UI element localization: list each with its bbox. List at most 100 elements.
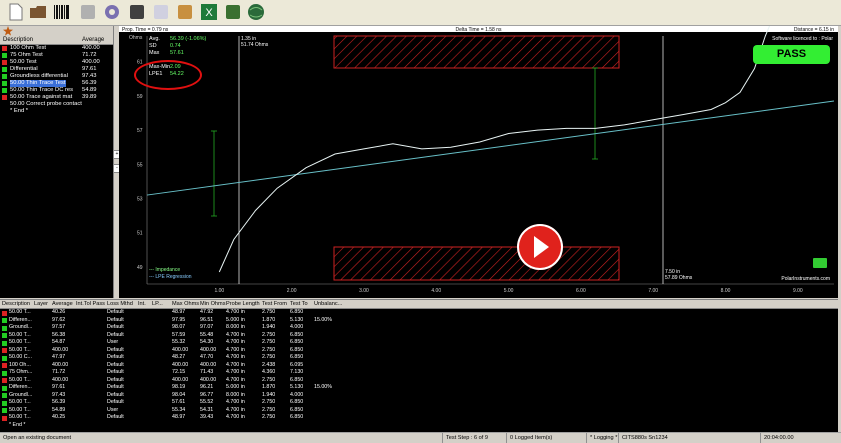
open-folder-icon[interactable] bbox=[28, 2, 48, 22]
pass-check-icon bbox=[2, 88, 7, 93]
table-row[interactable]: 50.00 T... 56.39 Default 57.61 55.52 4.700 in… bbox=[0, 399, 838, 407]
column-header[interactable]: Layer bbox=[34, 300, 48, 308]
table-cell: Default bbox=[107, 391, 124, 398]
table-row[interactable]: Groundl... 97.57 Default 98.07 97.07 8.000 in… bbox=[0, 324, 838, 332]
table-cell: 6.850 bbox=[290, 346, 304, 353]
x-tick-label: 1.00 bbox=[214, 288, 224, 294]
table-cell: 5.130 bbox=[290, 384, 304, 390]
table-row[interactable]: 50.00 T... 54.89 User 55.34 54.31 4.700 in 2.7… bbox=[0, 407, 838, 415]
test-list-item[interactable]: 50.00 Trace against mat 39.89 bbox=[0, 94, 113, 101]
column-header[interactable]: LP... bbox=[152, 300, 163, 308]
table-cell: 96.51 bbox=[200, 316, 214, 323]
table-cell: 6.850 bbox=[290, 331, 304, 338]
table-row[interactable]: 50.00 T... 400.00 Default 400.00 400.00 4.700… bbox=[0, 347, 838, 355]
table-cell: 75 Ohm... bbox=[9, 369, 33, 375]
save-disk-icon[interactable] bbox=[78, 2, 98, 22]
table-row[interactable]: 50.00 T... 40.25 Default 48.97 39.43 4.700 in… bbox=[0, 414, 838, 422]
test-list-item[interactable]: 50.00 Thin Trace DC res 54.89 bbox=[0, 87, 113, 94]
table-cell: User bbox=[107, 339, 119, 345]
table-cell: 4.700 in bbox=[226, 346, 245, 353]
column-header[interactable]: Description bbox=[2, 300, 30, 308]
highlight-ellipse bbox=[134, 60, 202, 90]
fail-cross-icon bbox=[2, 310, 7, 316]
table-cell: 55.48 bbox=[200, 331, 214, 338]
table-row[interactable]: 50.00 T... 40.26 Default 48.97 47.92 4.700 in… bbox=[0, 309, 838, 317]
impedance-graph[interactable]: 61 59 57 55 53 51 49 1.00 2.00 3.00 4.00 5.00 6.00 7.… bbox=[119, 26, 838, 298]
table-cell: 50.00 T... bbox=[9, 406, 31, 413]
fail-cross-icon bbox=[2, 95, 7, 100]
table-cell: 4.700 in bbox=[226, 414, 245, 420]
table-cell: 4.700 in bbox=[226, 354, 245, 360]
play-video-icon[interactable] bbox=[517, 224, 563, 270]
barcode-icon[interactable] bbox=[52, 2, 72, 22]
brand-text: PolarInstruments.com bbox=[781, 276, 830, 282]
printer-icon[interactable] bbox=[127, 2, 147, 22]
x-tick-label: 5.00 bbox=[504, 288, 514, 294]
x-tick-label: 2.00 bbox=[287, 288, 297, 294]
test-list-item[interactable]: 75 Ohm Test 71.72 bbox=[0, 52, 113, 59]
test-list[interactable]: Description Average 100 Ohm Test 400.00 75… bbox=[0, 36, 113, 298]
table-row[interactable]: 50.00 C... 47.97 Default 48.27 47.70 4.700 in… bbox=[0, 354, 838, 362]
table-cell: 2.750 bbox=[262, 309, 276, 315]
column-header[interactable]: Probe Length bbox=[226, 300, 260, 308]
column-header[interactable]: Test To bbox=[290, 300, 308, 308]
column-header[interactable]: Int.Tol Pass bbox=[76, 300, 105, 308]
table-cell: 48.97 bbox=[172, 309, 186, 315]
column-header[interactable]: Unbalanc... bbox=[314, 300, 342, 308]
table-row[interactable]: 100 Oh... 400.00 Default 400.00 400.00 4.700 … bbox=[0, 362, 838, 370]
table-cell: 400.00 bbox=[52, 361, 69, 368]
table-row[interactable]: * End * bbox=[0, 422, 838, 430]
pass-check-icon bbox=[2, 340, 7, 346]
table-cell: 40.26 bbox=[52, 309, 66, 315]
stat-label: Max bbox=[149, 50, 160, 56]
column-header[interactable]: Average bbox=[52, 300, 73, 308]
excel-export-icon[interactable]: X bbox=[199, 2, 219, 22]
results-table[interactable]: Description Layer Average Int.Tol Pass Loss … bbox=[0, 299, 838, 432]
table-cell: 55.34 bbox=[172, 406, 186, 413]
settings-gear-icon[interactable] bbox=[102, 2, 122, 22]
column-header[interactable]: Test From bbox=[262, 300, 287, 308]
report-icon[interactable] bbox=[151, 2, 171, 22]
table-row[interactable]: 50.00 T... 56.38 Default 57.59 55.48 4.700 in… bbox=[0, 332, 838, 340]
probe-icon[interactable] bbox=[175, 2, 195, 22]
table-cell: 4.700 in bbox=[226, 406, 245, 413]
test-list-item[interactable]: Differential 97.61 bbox=[0, 66, 113, 73]
table-row[interactable]: Groundl... 97.43 Default 98.04 96.77 8.000 in… bbox=[0, 392, 838, 400]
table-row[interactable]: Differen... 97.61 Default 98.19 96.21 5.000 i… bbox=[0, 384, 838, 392]
licence-text: Software licenced to : Polar bbox=[772, 36, 833, 42]
calibrate-icon[interactable] bbox=[223, 2, 243, 22]
test-list-item[interactable]: 100 Ohm Test 400.00 bbox=[0, 45, 113, 52]
test-list-item[interactable]: 50.00 Test 400.00 bbox=[0, 59, 113, 66]
test-list-item[interactable]: 50.00 Thin Trace Test 56.39 bbox=[0, 80, 113, 87]
table-row[interactable]: 50.00 T... 54.87 User 55.32 54.30 4.700 in 2.7… bbox=[0, 339, 838, 347]
star-icon[interactable] bbox=[3, 26, 13, 36]
column-header[interactable]: Max Ohms bbox=[172, 300, 199, 308]
test-list-header: Description Average bbox=[0, 36, 113, 45]
table-row[interactable]: 75 Ohm... 71.72 Default 72.15 71.43 4.700 in 4… bbox=[0, 369, 838, 377]
table-cell: 50.00 T... bbox=[9, 346, 31, 353]
column-header[interactable]: Min Ohms bbox=[200, 300, 226, 308]
x-tick-label: 6.00 bbox=[576, 288, 586, 294]
column-header[interactable]: Loss Mthd bbox=[107, 300, 133, 308]
test-list-item[interactable]: * End * bbox=[0, 108, 113, 115]
table-cell: 4.700 in bbox=[226, 339, 245, 345]
cursor-1-ohms: 51.74 Ohms bbox=[241, 42, 269, 48]
table-cell: Default bbox=[107, 376, 124, 383]
lower-limit-zone bbox=[333, 246, 620, 281]
table-row[interactable]: Differen... 97.62 Default 97.95 96.51 5.000 i… bbox=[0, 317, 838, 325]
table-cell: Default bbox=[107, 309, 124, 315]
test-list-item[interactable]: Groundless differential 97.43 bbox=[0, 73, 113, 80]
column-header[interactable]: Int. bbox=[138, 300, 146, 308]
pass-check-icon bbox=[2, 74, 7, 79]
column-average[interactable]: Average bbox=[82, 36, 104, 44]
column-description[interactable]: Description bbox=[3, 36, 33, 44]
globe-icon[interactable] bbox=[246, 2, 266, 22]
table-cell: 54.89 bbox=[52, 406, 66, 413]
table-row[interactable]: 50.00 T... 400.00 Default 400.00 400.00 4.700… bbox=[0, 377, 838, 385]
table-cell: 100 Oh... bbox=[9, 361, 31, 368]
table-cell: Default bbox=[107, 399, 124, 405]
new-document-icon[interactable] bbox=[6, 2, 26, 22]
test-list-item[interactable]: 50.00 Correct probe contact bbox=[0, 101, 113, 108]
table-cell: 1.870 bbox=[262, 316, 276, 323]
pass-check-icon bbox=[2, 81, 7, 86]
